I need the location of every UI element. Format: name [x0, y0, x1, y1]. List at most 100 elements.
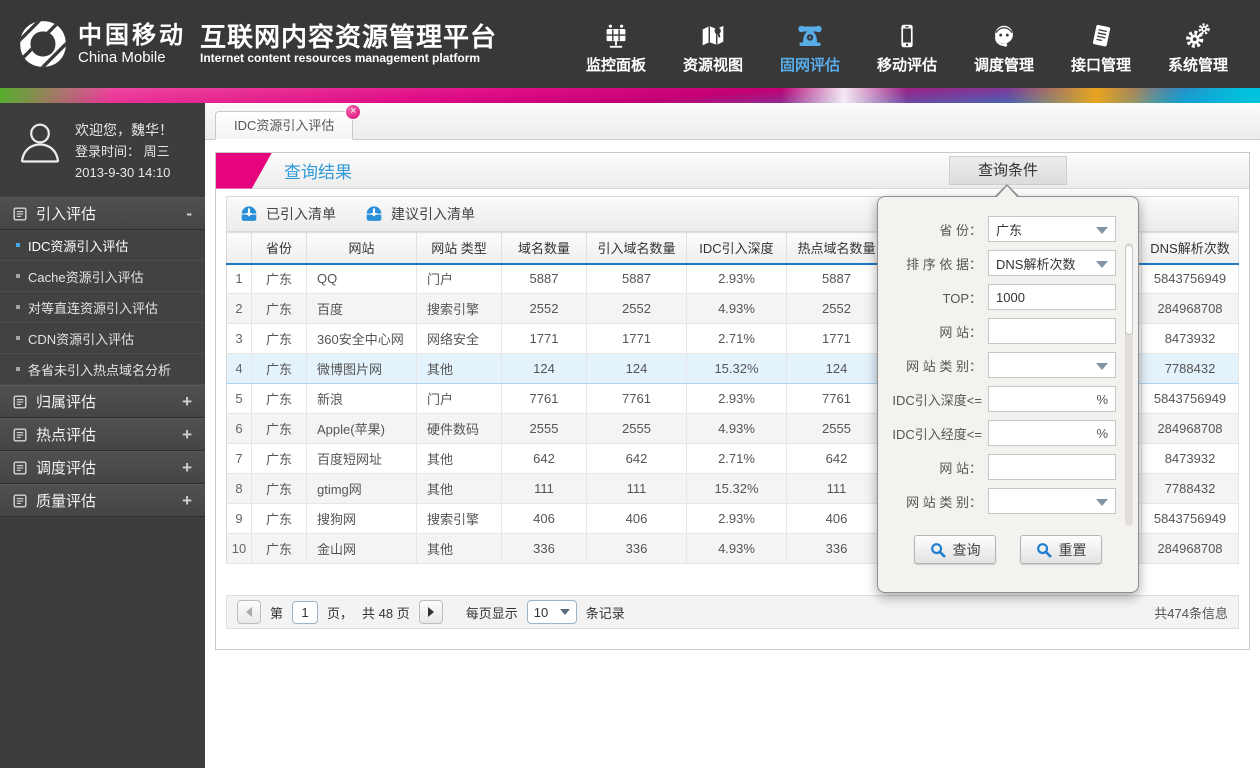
login-datetime: 2013-9-30 14:10: [75, 165, 171, 180]
cell: 2552: [586, 293, 687, 324]
side-menu: 引入评估 - IDC资源引入评估 Cache资源引入评估 对等直连资源引入评估: [0, 197, 205, 517]
cell: 搜索引擎: [416, 293, 502, 324]
expand-icon[interactable]: +: [182, 425, 192, 445]
cell: 搜狗网: [306, 503, 417, 534]
cell: 8: [226, 473, 252, 504]
cell: 1771: [586, 323, 687, 354]
suggested-list-button[interactable]: 建议引入清单: [364, 204, 475, 224]
menu-group-dispatch-eval[interactable]: 调度评估 +: [0, 451, 205, 484]
cell: 5: [226, 383, 252, 414]
cell: 124: [501, 353, 587, 384]
percent-suffix: %: [1096, 425, 1108, 441]
scrollbar-thumb[interactable]: [1125, 245, 1133, 335]
doc-list-icon: [13, 428, 27, 442]
login-time-label: 登录时间： 周三: [75, 144, 170, 159]
cell: 336: [586, 533, 687, 564]
cell: 4.93%: [686, 293, 787, 324]
brand-names: 中国移动 China Mobile: [78, 21, 186, 66]
popup-scrollbar[interactable]: [1125, 243, 1133, 526]
field-label: 网 站：: [939, 460, 982, 476]
form-row-sort-by: 排 序 依 据： DNS解析次数: [878, 246, 1138, 280]
cell: 642: [501, 443, 587, 474]
screen: 中国移动 China Mobile 互联网内容资源管理平台 Internet c…: [0, 0, 1260, 768]
cell: 4.93%: [686, 533, 787, 564]
col-header[interactable]: 域名数量: [501, 232, 587, 265]
menu-group-ownership-eval[interactable]: 归属评估 +: [0, 385, 205, 418]
province-select[interactable]: 广东: [988, 216, 1116, 242]
arrow-right-icon: [427, 607, 434, 617]
cell: 406: [786, 503, 887, 534]
pink-flag-decoration: [216, 152, 272, 189]
cell: 284968708: [1141, 293, 1239, 324]
sidebar-item-hot-domain-analysis[interactable]: 各省未引入热点域名分析: [0, 354, 205, 385]
col-header[interactable]: 热点域名数量: [786, 232, 887, 265]
col-header: [226, 232, 252, 265]
nav-item-resource-view[interactable]: 资源视图: [677, 13, 749, 75]
menu-group-hotspot-eval[interactable]: 热点评估 +: [0, 418, 205, 451]
cell: QQ: [306, 263, 417, 294]
cell: 6: [226, 413, 252, 444]
button-label: 重置: [1058, 541, 1087, 558]
operator-icon: [989, 13, 1019, 51]
nav-item-dispatch-mgmt[interactable]: 调度管理: [968, 13, 1040, 75]
cell: 网络安全: [416, 323, 502, 354]
welcome-text: 欢迎您，魏华！: [75, 122, 173, 138]
cell: 124: [786, 353, 887, 384]
sidebar-item-label: CDN资源引入评估: [28, 331, 135, 347]
nav-item-mobile-eval[interactable]: 移动评估: [871, 13, 943, 75]
imported-list-button[interactable]: 已引入清单: [239, 204, 336, 224]
query-conditions-popup: 省 份： 广东 排 序 依 据： DNS解析次数 TOP： 1000 网 站： …: [877, 184, 1139, 593]
brand-name-cn: 中国移动: [78, 21, 186, 49]
nav-item-system-mgmt[interactable]: 系统管理: [1162, 13, 1234, 75]
nav-item-fixed-network-eval[interactable]: 固网评估: [774, 13, 846, 75]
cell: 广东: [251, 383, 307, 414]
doc-list-icon: [13, 461, 27, 475]
search-button[interactable]: 查询: [914, 535, 996, 564]
mobile-icon: [892, 13, 922, 51]
next-page-button[interactable]: [418, 600, 443, 624]
nav-item-monitor-dashboard[interactable]: 监控面板: [580, 13, 652, 75]
cell: 1771: [501, 323, 587, 354]
cell: 广东: [251, 413, 307, 444]
idc-breadth-input[interactable]: %: [988, 420, 1116, 446]
sidebar-item-peer-import-eval[interactable]: 对等直连资源引入评估: [0, 292, 205, 323]
per-page-select[interactable]: 10: [526, 600, 577, 624]
sidebar-item-label: IDC资源引入评估: [28, 238, 129, 254]
col-header[interactable]: IDC引入深度: [686, 232, 787, 265]
cell: 4.93%: [686, 413, 787, 444]
cell: 2.93%: [686, 383, 787, 414]
expand-icon[interactable]: +: [182, 458, 192, 478]
reset-button[interactable]: 重置: [1020, 535, 1102, 564]
website-type-select-2[interactable]: [988, 488, 1116, 514]
cell: 微博图片网: [306, 353, 417, 384]
col-header[interactable]: DNS解析次数: [1141, 232, 1239, 265]
nav-item-interface-mgmt[interactable]: 接口管理: [1065, 13, 1137, 75]
cell: 2555: [786, 413, 887, 444]
col-header[interactable]: 引入域名数量: [586, 232, 687, 265]
website-input-2[interactable]: [988, 454, 1116, 480]
menu-group-import-eval[interactable]: 引入评估 -: [0, 197, 205, 230]
sidebar-item-cache-import-eval[interactable]: Cache资源引入评估: [0, 261, 205, 292]
top-input[interactable]: 1000: [988, 284, 1116, 310]
website-type-select[interactable]: [988, 352, 1116, 378]
query-conditions-button[interactable]: 查询条件: [949, 156, 1067, 185]
collapse-icon[interactable]: -: [186, 204, 192, 224]
tab-idc-import-eval[interactable]: IDC资源引入评估 ×: [215, 104, 362, 140]
col-header[interactable]: 网站 类型: [416, 232, 502, 265]
col-header[interactable]: 网站: [306, 232, 417, 265]
cell: 406: [586, 503, 687, 534]
page-number-input[interactable]: 1: [292, 600, 319, 624]
menu-group-quality-eval[interactable]: 质量评估 +: [0, 484, 205, 517]
prev-page-button[interactable]: [237, 600, 261, 624]
cell: 9: [226, 503, 252, 534]
website-input[interactable]: [988, 318, 1116, 344]
sidebar-item-idc-import-eval[interactable]: IDC资源引入评估: [0, 230, 205, 261]
expand-icon[interactable]: +: [182, 491, 192, 511]
sidebar-item-cdn-import-eval[interactable]: CDN资源引入评估: [0, 323, 205, 354]
close-icon[interactable]: ×: [345, 104, 362, 120]
brand: 中国移动 China Mobile 互联网内容资源管理平台 Internet c…: [0, 17, 497, 71]
col-header[interactable]: 省份: [251, 232, 307, 265]
expand-icon[interactable]: +: [182, 392, 192, 412]
sort-by-select[interactable]: DNS解析次数: [988, 250, 1116, 276]
idc-depth-input[interactable]: %: [988, 386, 1116, 412]
